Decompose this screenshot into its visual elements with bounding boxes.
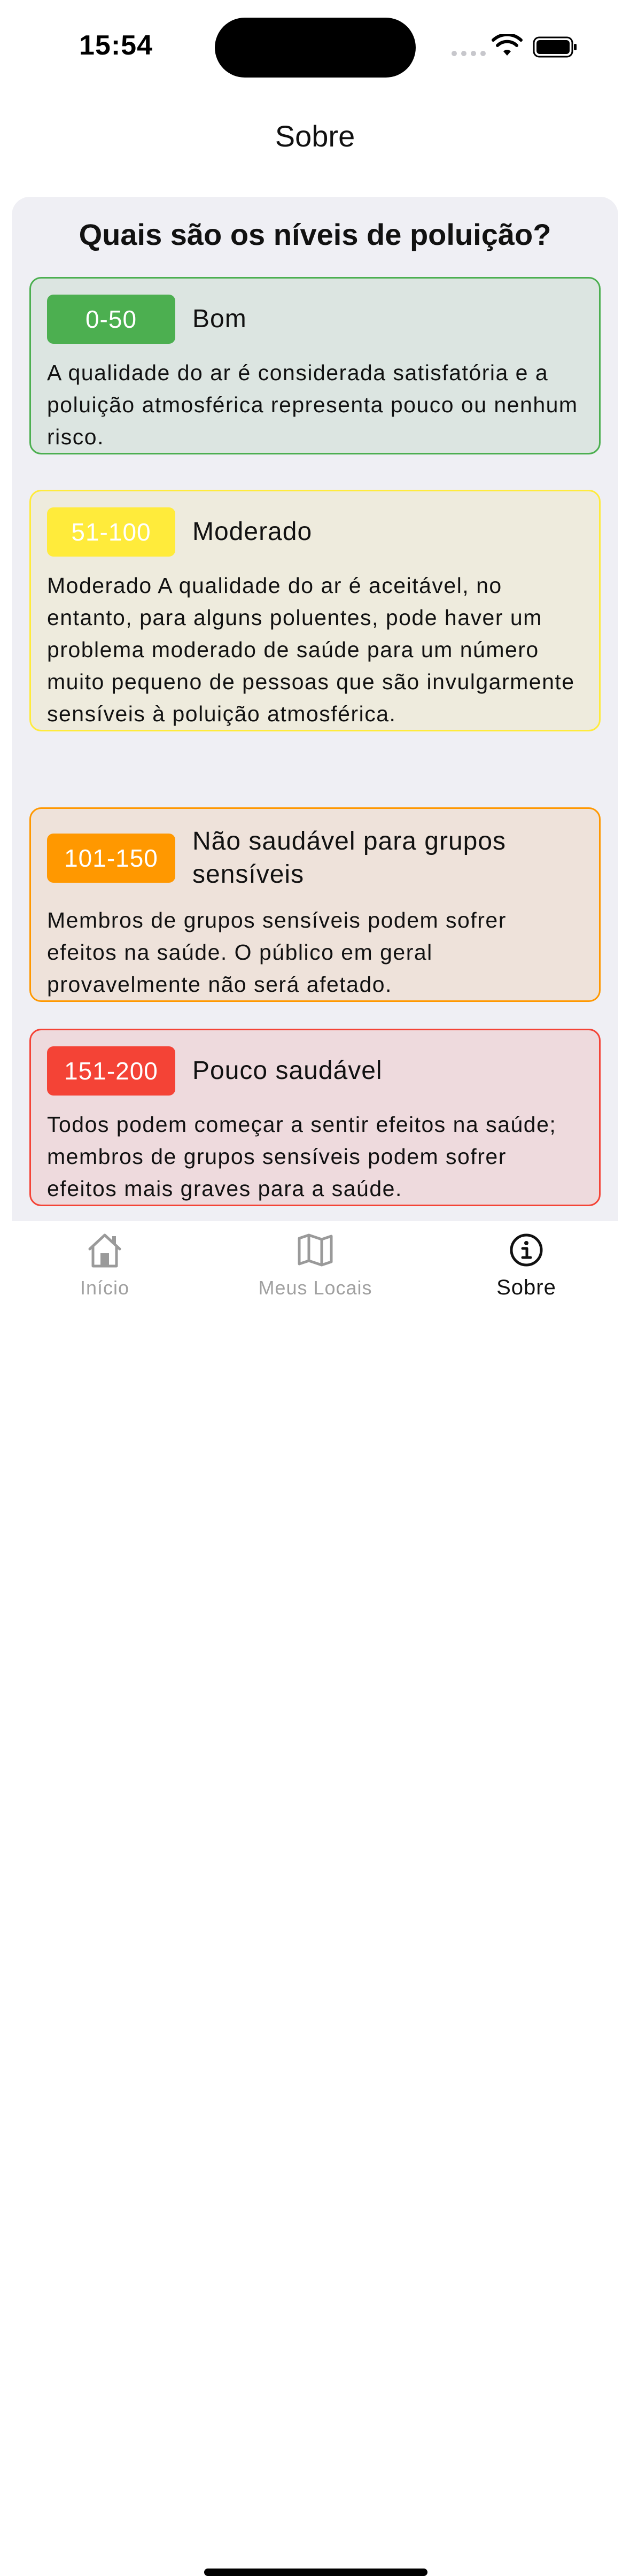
cellular-signal-icon [452, 51, 486, 56]
levels-container[interactable]: Quais são os níveis de poluição? 0-50 Bo… [12, 197, 618, 1239]
level-description: Todos podem começar a sentir efeitos na … [47, 1112, 557, 1201]
level-range-badge: 0-50 [47, 295, 175, 344]
level-card-moderate: 51-100 Moderado Moderado A qualidade do … [29, 490, 601, 731]
level-description: Moderado A qualidade do ar é aceitável, … [47, 573, 575, 726]
tab-meus-locais[interactable]: Meus Locais [235, 1232, 395, 1299]
home-icon [88, 1233, 121, 1268]
level-description: Membros de grupos sensíveis podem sofrer… [47, 908, 507, 997]
tab-inicio[interactable]: Início [25, 1232, 185, 1299]
level-range-badge: 101-150 [47, 834, 175, 883]
levels-heading: Quais são os níveis de poluição? [79, 218, 551, 251]
level-range-badge: 151-200 [47, 1046, 175, 1096]
level-description: A qualidade do ar é considerada satisfat… [47, 360, 578, 449]
level-title: Moderado [192, 518, 313, 546]
level-card-unhealthy-sensitive: 101-150 Não saudável para grupos sensíve… [29, 807, 601, 1002]
tab-label: Início [80, 1277, 130, 1299]
level-range-badge: 51-100 [47, 507, 175, 557]
battery-icon [533, 36, 577, 58]
tab-label: Sobre [496, 1276, 556, 1299]
level-title: Bom [192, 305, 247, 333]
info-icon [510, 1233, 543, 1267]
map-icon [298, 1233, 333, 1267]
page-title: Sobre [275, 119, 355, 153]
wifi-icon [492, 34, 523, 56]
level-title: Não saudável para grupos sensíveis [192, 827, 507, 889]
dynamic-island [215, 18, 416, 78]
status-time: 15:54 [79, 30, 153, 61]
tab-sobre[interactable]: Sobre [446, 1232, 606, 1300]
level-card-unhealthy: 151-200 Pouco saudável Todos podem começ… [29, 1029, 601, 1206]
level-card-good: 0-50 Bom A qualidade do ar é considerada… [29, 277, 601, 454]
home-indicator [204, 2569, 427, 2576]
tab-label: Meus Locais [258, 1277, 372, 1299]
tab-bar: Início Meus Locais Sobre [0, 1221, 630, 2576]
level-title: Pouco saudável [192, 1056, 383, 1085]
status-bar: 15:54 [0, 0, 630, 96]
